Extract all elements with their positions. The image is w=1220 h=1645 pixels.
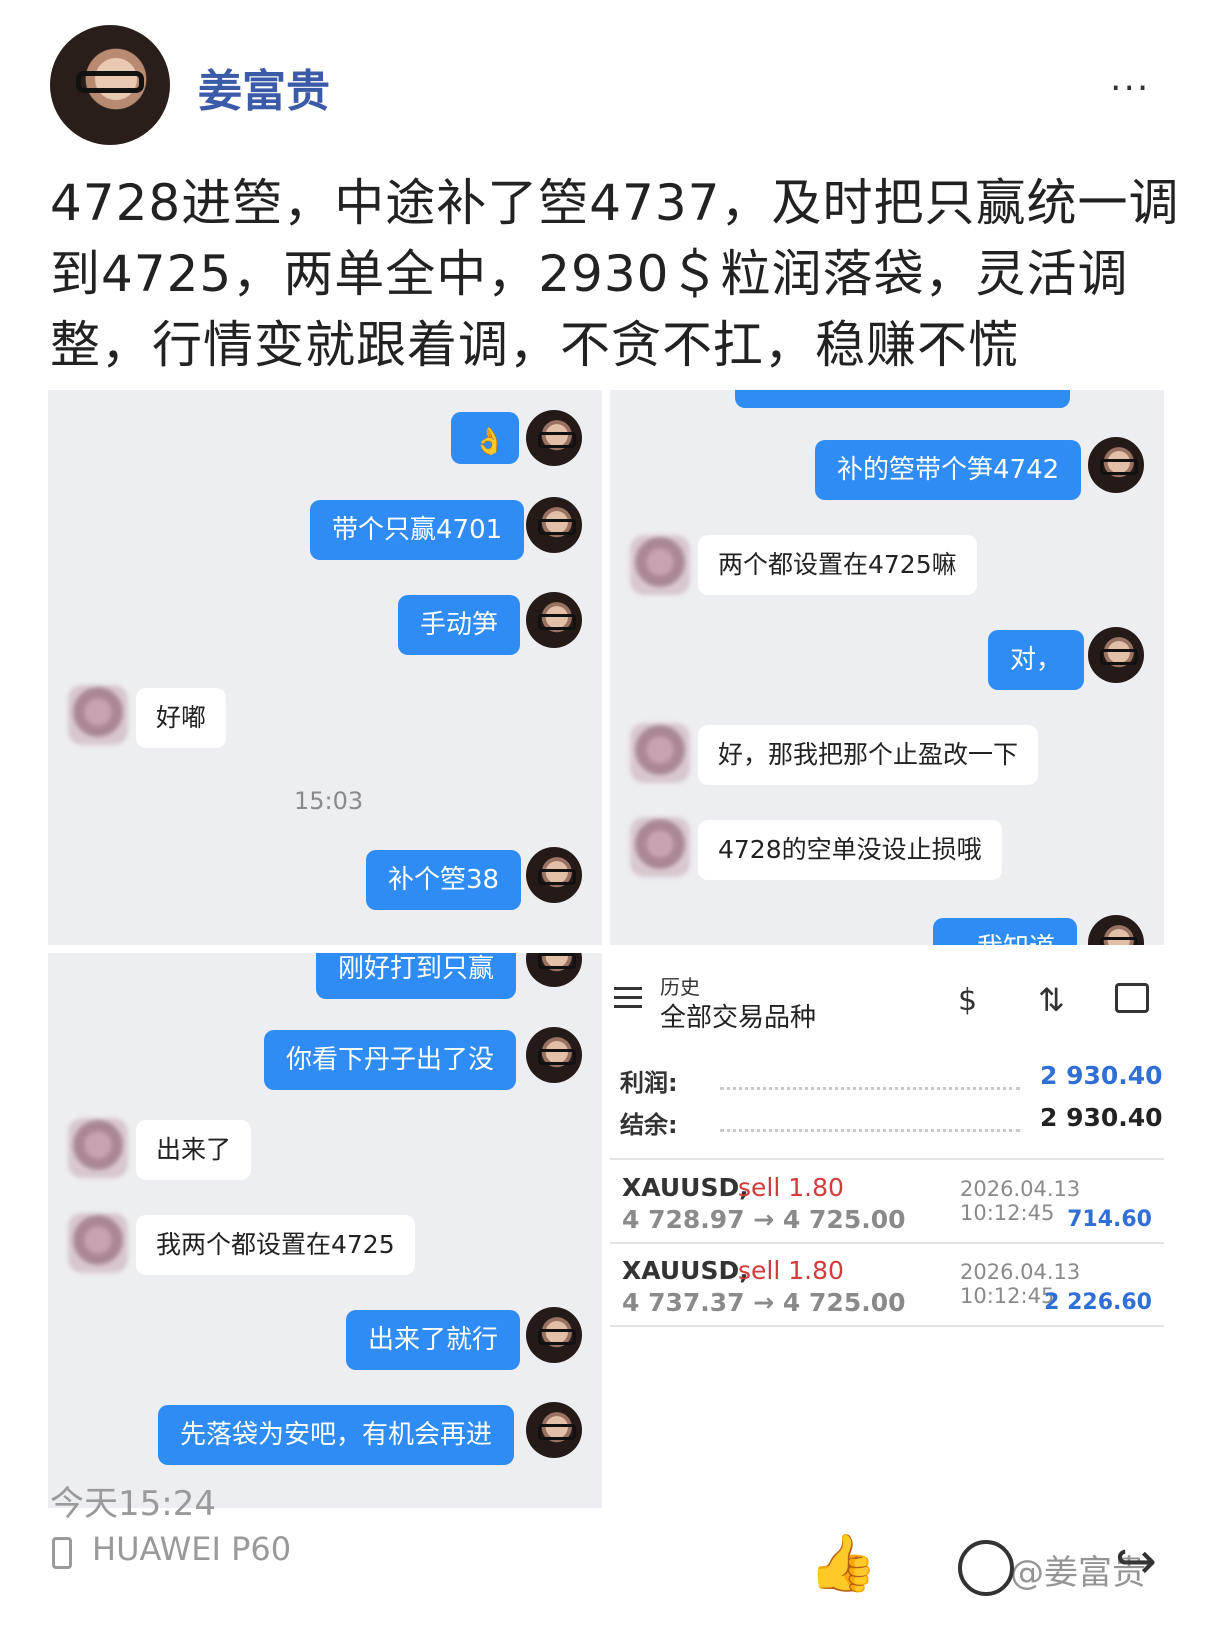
sender-avatar — [526, 592, 582, 648]
trade-row[interactable]: XAUUSD, sell 1.80 4 737.37 → 4 725.00 20… — [610, 1248, 1164, 1320]
contact-avatar — [630, 723, 690, 783]
trade-symbol: XAUUSD, — [622, 1173, 749, 1202]
sender-avatar — [526, 847, 582, 903]
sender-avatar — [1088, 915, 1144, 945]
sort-icon[interactable]: ⇅ — [1038, 981, 1065, 1019]
sender-avatar — [526, 1307, 582, 1363]
chat-screenshot-3: 刚好打到只赢 你看下丹子出了没 出来了 我两个都设置在4725 出来了就行 先落… — [48, 953, 602, 1508]
symbol-filter[interactable]: 全部交易品种 — [660, 997, 816, 1034]
sender-avatar — [1088, 627, 1144, 683]
chat-bubble-in: 我两个都设置在4725 — [136, 1215, 415, 1275]
contact-avatar — [68, 1213, 128, 1273]
currency-swap-icon[interactable]: $ — [958, 983, 977, 1018]
trade-prices: 4 737.37 → 4 725.00 — [622, 1288, 906, 1317]
trade-profit: 714.60 — [1067, 1207, 1152, 1232]
chat-bubble-out-partial — [735, 390, 1070, 408]
contact-avatar — [68, 1118, 128, 1178]
balance-value: 2 930.40 — [1040, 1103, 1163, 1132]
chat-bubble-out: 先落袋为安吧，有机会再进 — [158, 1405, 515, 1465]
post-time: 今天15:24 — [50, 1484, 216, 1524]
history-subtitle: 历史 — [660, 975, 700, 999]
chat-screenshot-1: 👌 带个只赢4701 手动笋 好嘟 15:03 补个箜38 — [48, 390, 602, 945]
profit-dots — [720, 1087, 1020, 1090]
divider — [610, 1158, 1164, 1160]
author-name[interactable]: 姜富贵 — [198, 55, 330, 119]
sender-avatar — [1088, 437, 1144, 493]
chat-bubble-out: 手动笋 — [398, 595, 521, 655]
chat-bubble-out: 对， — [988, 630, 1085, 690]
chat-bubble-out: 刚好打到只赢 — [316, 953, 517, 999]
chat-bubble-out: 补的箜带个笋4742 — [815, 440, 1082, 500]
sender-avatar — [526, 953, 582, 987]
chat-bubble-in: 出来了 — [136, 1120, 252, 1180]
chat-bubble-out: 出来了就行 — [346, 1310, 521, 1370]
device-label: HUAWEI P60 — [92, 1530, 292, 1568]
sender-avatar — [526, 1027, 582, 1083]
menu-icon[interactable] — [614, 987, 642, 1008]
chat-bubble-in: 4728的空单没设止损哦 — [698, 820, 1002, 880]
author-avatar[interactable] — [50, 25, 170, 145]
chat-bubble-out: 你看下丹子出了没 — [264, 1030, 517, 1090]
chat-bubble-in: 好嘟 — [136, 688, 227, 748]
sender-avatar — [526, 1402, 582, 1458]
trade-side: sell 1.80 — [738, 1256, 844, 1285]
comment-icon[interactable] — [958, 1540, 1014, 1596]
sender-avatar — [526, 497, 582, 553]
profit-label: 利润: — [620, 1069, 678, 1097]
trade-side: sell 1.80 — [738, 1173, 844, 1202]
chat-bubble-out: 我知道 — [933, 918, 1078, 945]
more-options-icon[interactable]: ··· — [1110, 68, 1150, 109]
chat-bubble-out: 补个箜38 — [366, 850, 522, 910]
phone-icon — [52, 1537, 72, 1569]
trade-row[interactable]: XAUUSD, sell 1.80 4 728.97 → 4 725.00 20… — [610, 1165, 1164, 1237]
contact-avatar — [630, 817, 690, 877]
chat-bubble-in: 好，那我把那个止盈改一下 — [698, 725, 1039, 785]
balance-dots — [720, 1129, 1020, 1132]
chat-timestamp: 15:03 — [294, 787, 364, 815]
trade-history-screenshot: 历史 全部交易品种 $ ⇅ 利润: 2 930.40 结余: 2 930.40 … — [610, 953, 1164, 1353]
contact-avatar — [68, 685, 128, 745]
sender-avatar — [526, 410, 582, 466]
like-icon[interactable]: 👍 — [808, 1530, 878, 1596]
divider — [610, 1325, 1164, 1327]
post-text: 4728进箜，中途补了箜4737，及时把只赢统一调到4725，两单全中，2930… — [50, 174, 1180, 374]
chat-screenshot-2: 补的箜带个笋4742 两个都设置在4725嘛 对， 好，那我把那个止盈改一下 4… — [610, 390, 1164, 945]
profit-value: 2 930.40 — [1040, 1061, 1163, 1090]
trade-prices: 4 728.97 → 4 725.00 — [622, 1205, 906, 1234]
calendar-icon[interactable] — [1115, 983, 1149, 1013]
chat-bubble-in: 两个都设置在4725嘛 — [698, 535, 977, 595]
emoji-bubble: 👌 — [451, 412, 519, 464]
watermark: @姜富贵 — [1010, 1553, 1146, 1593]
chat-bubble-out: 带个只赢4701 — [310, 500, 525, 560]
trade-profit: 2 226.60 — [1044, 1290, 1152, 1315]
balance-label: 结余: — [620, 1111, 678, 1139]
trade-symbol: XAUUSD, — [622, 1256, 749, 1285]
contact-avatar — [630, 535, 690, 595]
divider — [610, 1242, 1164, 1244]
